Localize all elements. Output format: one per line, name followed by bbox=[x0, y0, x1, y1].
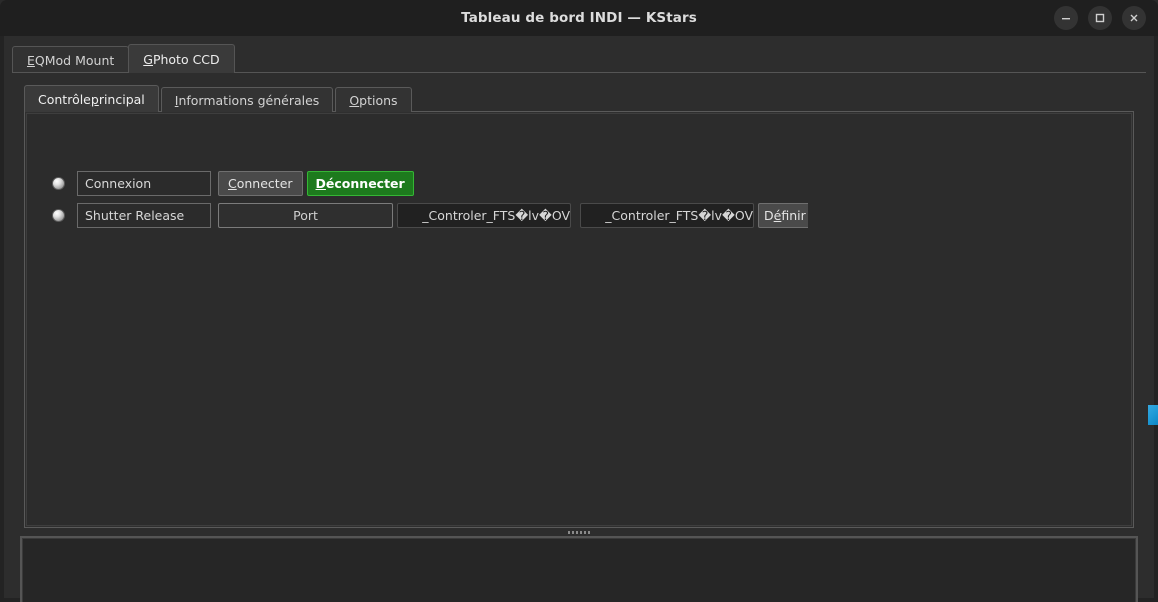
property-row-connexion: Connexion Connecter Déconnecter bbox=[52, 171, 808, 196]
tab-informations-generales-label: nformations générales bbox=[178, 92, 320, 108]
minimize-button[interactable] bbox=[1054, 6, 1078, 30]
set-button[interactable]: Dé finir bbox=[758, 203, 808, 228]
property-panel: Connexion Connecter Déconnecter Shutter … bbox=[24, 111, 1134, 528]
disconnect-button-label: éconnecter bbox=[325, 176, 405, 191]
splitter-grip-icon bbox=[568, 530, 590, 534]
port-label[interactable]: Port bbox=[218, 203, 393, 228]
property-rows: Connexion Connecter Déconnecter Shutter … bbox=[52, 171, 808, 228]
tab-controle-principal-label: rincipal bbox=[98, 91, 145, 107]
tab-gphoto-ccd[interactable]: G Photo CCD bbox=[128, 44, 235, 73]
tab-controle-principal-pre: Contrôle bbox=[38, 91, 91, 107]
set-button-pre: D bbox=[764, 208, 774, 223]
status-led-shutter-release[interactable] bbox=[52, 209, 65, 222]
tab-gphoto-ccd-accel: G bbox=[143, 51, 153, 67]
window-body: E QMod Mount G Photo CCD Contrôle p rincipa… bbox=[0, 36, 1158, 602]
tab-options[interactable]: Options bbox=[335, 87, 412, 112]
tab-eqmod-mount-label: QMod Mount bbox=[34, 52, 115, 68]
property-panel-inner: Connexion Connecter Déconnecter Shutter … bbox=[26, 113, 1132, 526]
tab-gphoto-ccd-label: Photo CCD bbox=[152, 51, 220, 67]
status-led-connexion[interactable] bbox=[52, 177, 65, 190]
tab-options-accel: O bbox=[349, 92, 360, 108]
minimize-icon bbox=[1060, 12, 1072, 24]
panel-splitter[interactable] bbox=[24, 528, 1134, 536]
connect-button[interactable]: Connecter bbox=[218, 171, 303, 196]
property-label-shutter-release: Shutter Release bbox=[77, 203, 211, 228]
scroll-position-marker[interactable] bbox=[1148, 405, 1158, 425]
port-input-field[interactable]: _Controler_FTS�lv�OV bbox=[580, 203, 754, 228]
log-output[interactable] bbox=[22, 538, 1136, 602]
maximize-button[interactable] bbox=[1088, 6, 1112, 30]
tab-eqmod-mount[interactable]: E QMod Mount bbox=[12, 46, 130, 73]
port-value-text: _Controler_FTS�lv�OV bbox=[422, 208, 570, 223]
connect-button-label: onnecter bbox=[236, 176, 293, 191]
port-value-field[interactable]: _Controler_FTS�lv�OV bbox=[397, 203, 571, 228]
port-input-text: _Controler_FTS�lv�OV bbox=[605, 208, 753, 223]
indi-control-panel-window: Tableau de bord INDI — KStars E QMod Mou… bbox=[0, 0, 1158, 602]
tab-informations-generales[interactable]: Informations générales bbox=[160, 87, 334, 112]
window-controls bbox=[1054, 0, 1146, 36]
close-icon bbox=[1128, 12, 1140, 24]
disconnect-button[interactable]: Déconnecter bbox=[306, 171, 414, 196]
set-button-clip: Dé finir bbox=[758, 203, 808, 228]
property-row-shutter-release: Shutter Release Port _Controler_FTS�lv�O… bbox=[52, 203, 808, 228]
set-button-accel: é bbox=[773, 208, 782, 223]
property-tabbar: Contrôle p rincipal Informations générale… bbox=[24, 85, 1134, 112]
set-button-label: finir bbox=[781, 208, 806, 223]
maximize-icon bbox=[1094, 12, 1106, 24]
tab-options-label: ptions bbox=[359, 92, 398, 108]
property-label-connexion: Connexion bbox=[77, 171, 211, 196]
tab-controle-principal-accel: p bbox=[90, 91, 99, 107]
log-panel bbox=[20, 536, 1138, 602]
close-button[interactable] bbox=[1122, 6, 1146, 30]
titlebar: Tableau de bord INDI — KStars bbox=[0, 0, 1158, 36]
disconnect-button-accel: D bbox=[315, 176, 326, 191]
connect-button-accel: C bbox=[228, 176, 237, 191]
tab-eqmod-mount-accel: E bbox=[27, 52, 35, 68]
device-tabbar: E QMod Mount G Photo CCD bbox=[12, 44, 1146, 73]
window-title: Tableau de bord INDI — KStars bbox=[461, 10, 697, 26]
tab-controle-principal[interactable]: Contrôle p rincipal bbox=[24, 85, 159, 112]
